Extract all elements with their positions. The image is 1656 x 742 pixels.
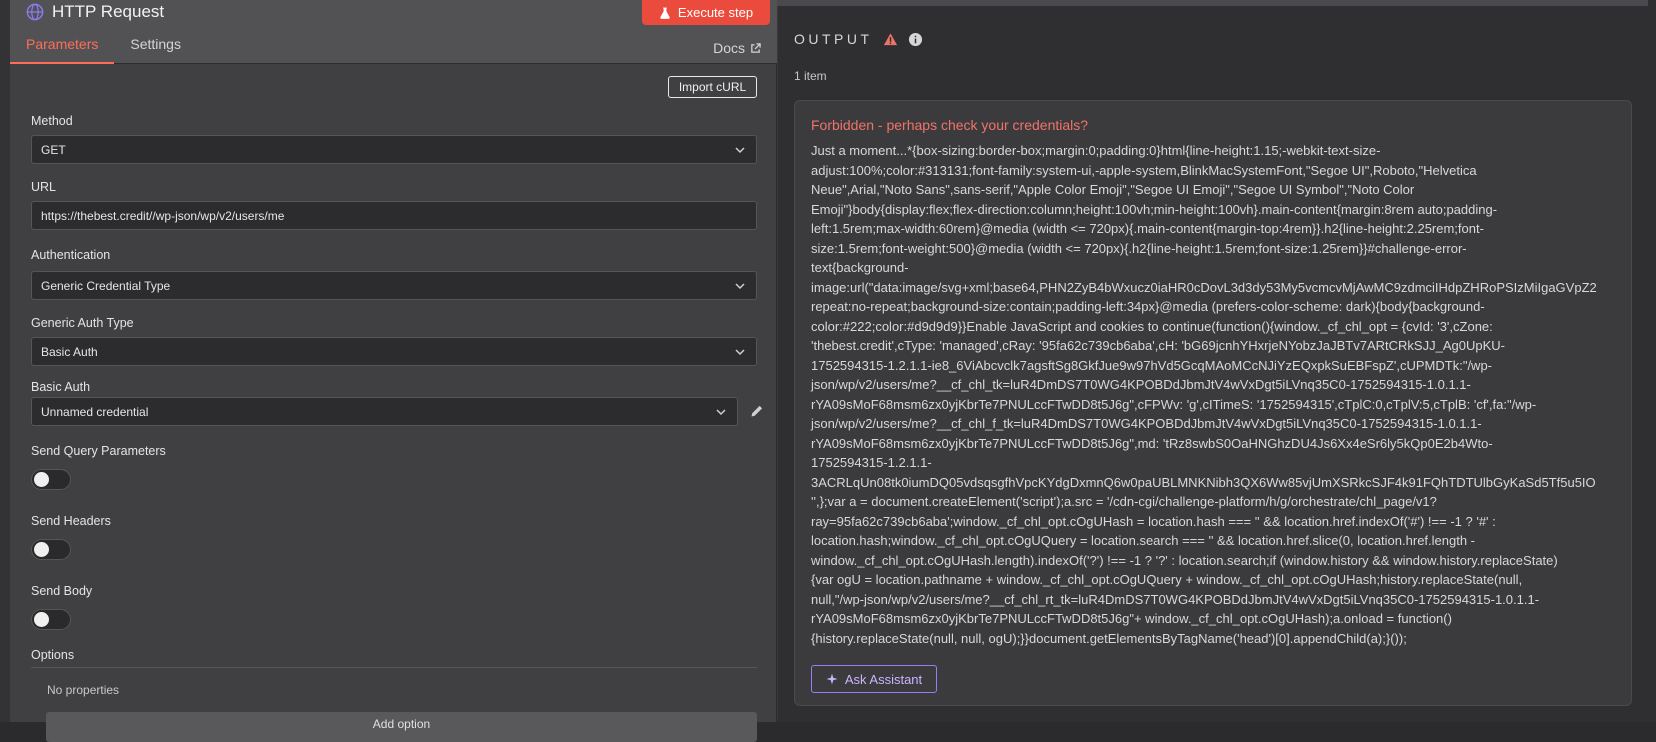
error-line: color:#222;color:#d9d9d9}}Enable JavaScr… xyxy=(811,318,1493,334)
send-body-label: Send Body xyxy=(31,584,93,598)
options-divider xyxy=(31,667,757,668)
globe-icon xyxy=(26,3,44,21)
docs-label: Docs xyxy=(713,40,745,56)
send-body-toggle[interactable] xyxy=(31,609,71,630)
url-input[interactable]: https://thebest.credit//wp-json/wp/v2/us… xyxy=(31,201,757,230)
error-line: 'thebest.credit',cType: 'managed',cRay: … xyxy=(811,338,1505,353)
basic-auth-value: Unnamed credential xyxy=(41,404,149,419)
error-line: {history.replaceState(null, null, ogU);}… xyxy=(811,630,1407,646)
info-icon[interactable] xyxy=(908,32,923,47)
error-line: rYA09sMoF68msm6zx0yjKbrTe7PNULccFTwDD8t5… xyxy=(811,396,1537,412)
chevron-down-icon xyxy=(716,409,726,416)
send-headers-toggle[interactable] xyxy=(31,539,71,560)
chevron-down-icon xyxy=(735,349,745,356)
method-label: Method xyxy=(31,114,73,128)
generic-auth-type-select[interactable]: Basic Auth xyxy=(31,337,757,366)
ask-assistant-button[interactable]: Ask Assistant xyxy=(811,665,937,693)
error-line: rYA09sMoF68msm6zx0yjKbrTe7PNULccFTwDD8t5… xyxy=(811,611,1452,626)
error-line: location.hash;window._cf_chl_opt.cOgUQue… xyxy=(811,533,1476,548)
ask-assistant-label: Ask Assistant xyxy=(844,671,923,687)
error-line: rYA09sMoF68msm6zx0yjKbrTe7PNULccFTwDD8t5… xyxy=(811,435,1493,451)
error-message: Just a moment...*{box-sizing:border-box;… xyxy=(811,141,1631,648)
chevron-down-icon xyxy=(735,283,745,290)
error-line: left:1.5rem;max-width:60rem}@media (widt… xyxy=(811,221,1484,236)
execute-step-label: Execute step xyxy=(677,5,754,20)
chevron-down-icon xyxy=(735,147,745,154)
add-option-button[interactable]: Add option xyxy=(46,712,757,742)
authentication-label: Authentication xyxy=(31,248,111,262)
error-line: repeat:no-repeat;background-size:contain… xyxy=(811,299,1485,314)
output-header: OUTPUT xyxy=(794,31,923,47)
error-line: 1752594315-1.2.1.1- xyxy=(811,455,932,470)
error-line: {var ogU = location.pathname + window._c… xyxy=(811,572,1523,587)
url-label: URL xyxy=(31,180,57,194)
sparkle-icon xyxy=(826,673,838,685)
node-header: HTTP Request Execute step Parameters Set… xyxy=(10,0,777,64)
node-tabs: Parameters Settings xyxy=(10,36,197,64)
output-title: OUTPUT xyxy=(794,31,873,47)
execute-step-button[interactable]: Execute step xyxy=(642,0,770,25)
basic-auth-credential-select[interactable]: Unnamed credential xyxy=(31,397,738,426)
parameters-panel: HTTP Request Execute step Parameters Set… xyxy=(10,0,777,742)
error-line: 1752594315-1.2.1.1-ie8_6ViAbcvclk7agsftS… xyxy=(811,357,1493,373)
options-label: Options xyxy=(31,648,75,662)
error-line: ray=95fa62c739cb6aba';window._cf_chl_opt… xyxy=(811,513,1496,529)
external-link-icon xyxy=(751,42,761,53)
method-select[interactable]: GET xyxy=(31,135,757,164)
error-line: null,"/wp-json/wp/v2/users/me?__cf_chl_r… xyxy=(811,591,1540,607)
basic-auth-label: Basic Auth xyxy=(31,380,91,394)
warning-icon xyxy=(883,32,897,45)
tab-settings[interactable]: Settings xyxy=(114,36,197,64)
error-line: size:1.5rem;font-weight:500}@media (widt… xyxy=(811,240,1467,256)
import-curl-button[interactable]: Import cURL xyxy=(668,76,757,98)
error-title: Forbidden - perhaps check your credentia… xyxy=(811,117,1089,133)
left-gutter xyxy=(0,0,10,722)
add-option-label: Add option xyxy=(372,717,431,731)
pencil-icon[interactable] xyxy=(750,404,764,418)
error-line: adjust:100%;color:#313131;font-family:sy… xyxy=(811,162,1477,178)
method-value: GET xyxy=(41,142,66,157)
node-title: HTTP Request xyxy=(52,2,165,21)
output-panel: OUTPUT 1 item Forbidden - perhaps check … xyxy=(778,6,1656,722)
error-line: image:url("data:image/svg+xml;base64,PHN… xyxy=(811,279,1597,295)
error-line: Just a moment...*{box-sizing:border-box;… xyxy=(811,143,1381,158)
error-line: window._cf_chl_opt.cOgUHash.length).inde… xyxy=(811,552,1558,568)
error-card: Forbidden - perhaps check your credentia… xyxy=(794,100,1632,706)
send-headers-label: Send Headers xyxy=(31,514,111,528)
authentication-value: Generic Credential Type xyxy=(41,278,171,293)
send-query-toggle[interactable] xyxy=(31,469,71,490)
tab-parameters[interactable]: Parameters xyxy=(10,36,115,64)
docs-link[interactable]: Docs xyxy=(713,40,761,56)
error-line: text{background- xyxy=(811,260,909,275)
error-line: Emoji"}body{display:flex;flex-direction:… xyxy=(811,201,1498,217)
error-line: json/wp/v2/users/me?__cf_chl_tk=luR4DmDS… xyxy=(811,377,1471,392)
app-frame: HTTP Request Execute step Parameters Set… xyxy=(0,0,1656,742)
error-line: Neue",Arial,"Noto Sans",sans-serif,"Appl… xyxy=(811,182,1415,197)
error-line: '',};var a = document.createElement('scr… xyxy=(811,494,1437,509)
flask-icon xyxy=(660,7,670,19)
error-line: 3ACRLqUn08tk0iumDQ05vdsqsgfhVpcKYdgDxmnQ… xyxy=(811,474,1596,490)
no-properties-text: No properties xyxy=(47,683,120,697)
right-edge xyxy=(1648,0,1656,722)
generic-auth-type-label: Generic Auth Type xyxy=(31,316,134,330)
items-count: 1 item xyxy=(794,69,827,83)
node-title-row: HTTP Request xyxy=(26,0,164,24)
send-query-label: Send Query Parameters xyxy=(31,444,166,458)
authentication-select[interactable]: Generic Credential Type xyxy=(31,271,757,300)
error-line: json/wp/v2/users/me?__cf_chl_f_tk=luR4Dm… xyxy=(811,416,1482,431)
url-value: https://thebest.credit//wp-json/wp/v2/us… xyxy=(41,208,285,223)
generic-auth-type-value: Basic Auth xyxy=(41,344,98,359)
